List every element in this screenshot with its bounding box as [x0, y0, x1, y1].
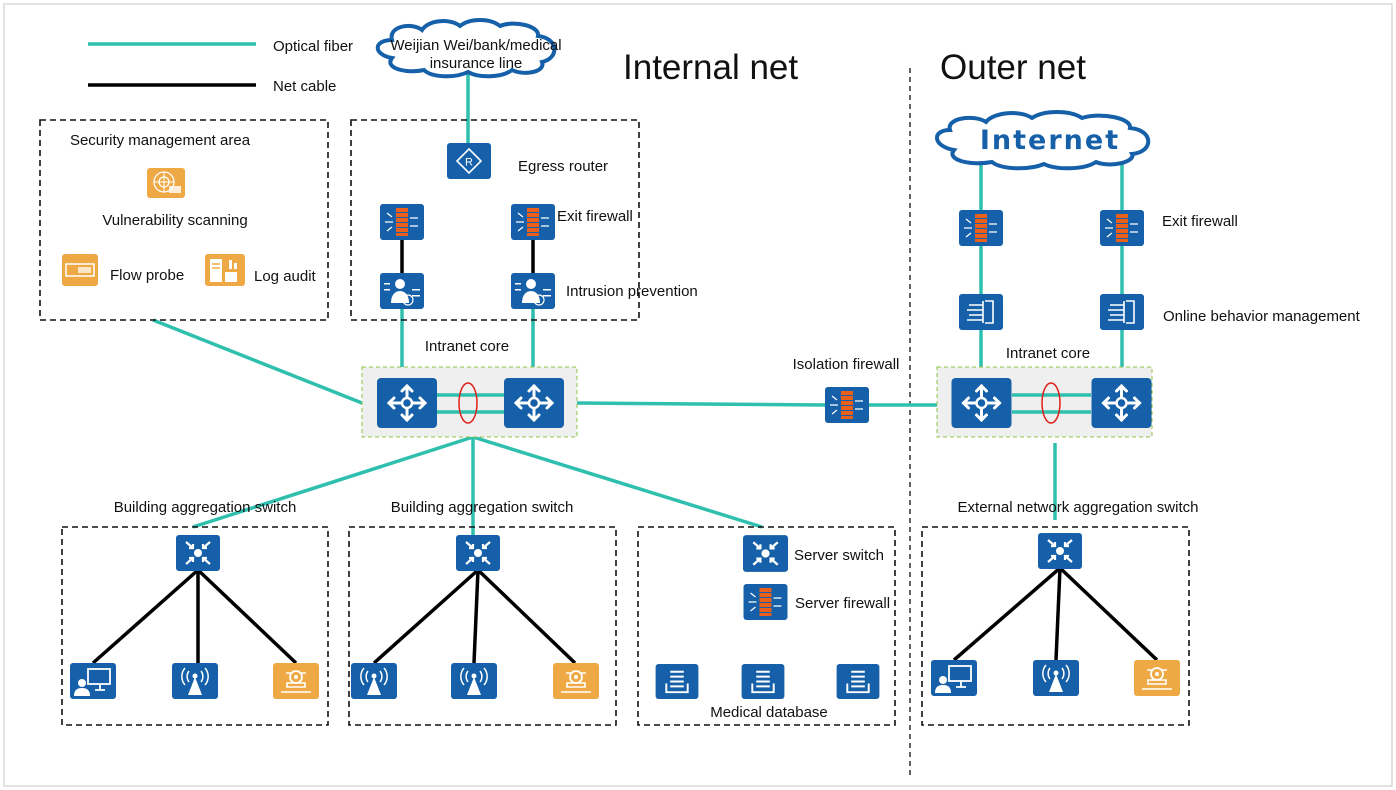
- camera-icon: [1134, 660, 1180, 696]
- vulnerability-scanner-icon: [147, 168, 185, 198]
- behavior-management-icon: [959, 294, 1003, 330]
- private-line-text-2: insurance line: [430, 55, 523, 72]
- outer-intranet-core-label: Intranet core: [1006, 345, 1090, 362]
- outer-exit-firewall-label: Exit firewall: [1162, 213, 1238, 230]
- internet-cloud: Internet: [935, 110, 1151, 171]
- external-agg-label: External network aggregation switch: [958, 499, 1199, 516]
- network-topology-diagram: R: [3, 3, 1393, 787]
- aggregation-switch-icon: [456, 535, 500, 571]
- internal-net-title: Internal net: [623, 48, 798, 87]
- egress-router-label: Egress router: [518, 158, 608, 175]
- intrusion-prevention-icon: [511, 273, 555, 309]
- private-line-cloud: Weijian Wei/bank/medical insurance line: [375, 18, 562, 79]
- pc-user-icon: [70, 663, 116, 699]
- wireless-ap-icon: [451, 663, 497, 699]
- firewall-icon: [380, 204, 424, 240]
- camera-icon: [553, 663, 599, 699]
- core-switch-icon: [951, 378, 1012, 428]
- behavior-management-icon: [1100, 294, 1144, 330]
- security-area-title: Security management area: [70, 132, 251, 149]
- intrusion-prevention-label: Intrusion prevention: [566, 283, 698, 300]
- wireless-ap-icon: [1033, 660, 1079, 696]
- intrusion-prevention-icon: [380, 273, 424, 309]
- isolation-firewall-label: Isolation firewall: [793, 356, 900, 373]
- camera-icon: [273, 663, 319, 699]
- private-line-text-1: Weijian Wei/bank/medical: [390, 37, 561, 54]
- core-switch-icon: [1091, 378, 1152, 428]
- database-icon: [655, 664, 699, 699]
- building-agg-2-label: Building aggregation switch: [391, 499, 574, 516]
- firewall-icon: [1100, 210, 1144, 246]
- database-icon: [836, 664, 880, 699]
- aggregation-switch-icon: [1038, 533, 1082, 569]
- router-icon: [447, 143, 491, 179]
- firewall-icon: [511, 204, 555, 240]
- server-switch-label: Server switch: [794, 547, 884, 564]
- core-switch-icon: [504, 378, 564, 428]
- online-behavior-label: Online behavior management: [1163, 308, 1361, 325]
- flow-probe-label: Flow probe: [110, 267, 184, 284]
- server-firewall-label: Server firewall: [795, 595, 890, 612]
- building-agg-1-label: Building aggregation switch: [114, 499, 297, 516]
- vulnerability-scanning-label: Vulnerability scanning: [102, 212, 247, 229]
- link-core-isolation: [576, 401, 826, 407]
- server-firewall-icon: [743, 584, 788, 620]
- legend-cable-label: Net cable: [273, 78, 336, 95]
- exit-firewall-label: Exit firewall: [557, 208, 633, 225]
- wireless-ap-icon: [351, 663, 397, 699]
- intranet-core-label: Intranet core: [425, 338, 509, 355]
- legend-fiber-label: Optical fiber: [273, 38, 353, 55]
- pc-user-icon: [931, 660, 977, 696]
- medical-database-label: Medical database: [710, 704, 828, 721]
- database-icon: [741, 664, 785, 699]
- core-switch-icon: [377, 378, 437, 428]
- log-audit-icon: [205, 254, 245, 286]
- server-switch-icon: [743, 535, 788, 572]
- wireless-ap-icon: [172, 663, 218, 699]
- aggregation-switch-icon: [176, 535, 220, 571]
- outer-net-title: Outer net: [940, 48, 1086, 87]
- flow-probe-icon: [62, 254, 98, 286]
- isolation-firewall-icon: [825, 387, 869, 423]
- firewall-icon: [959, 210, 1003, 246]
- internet-label: Internet: [980, 125, 1120, 156]
- log-audit-label: Log audit: [254, 268, 317, 285]
